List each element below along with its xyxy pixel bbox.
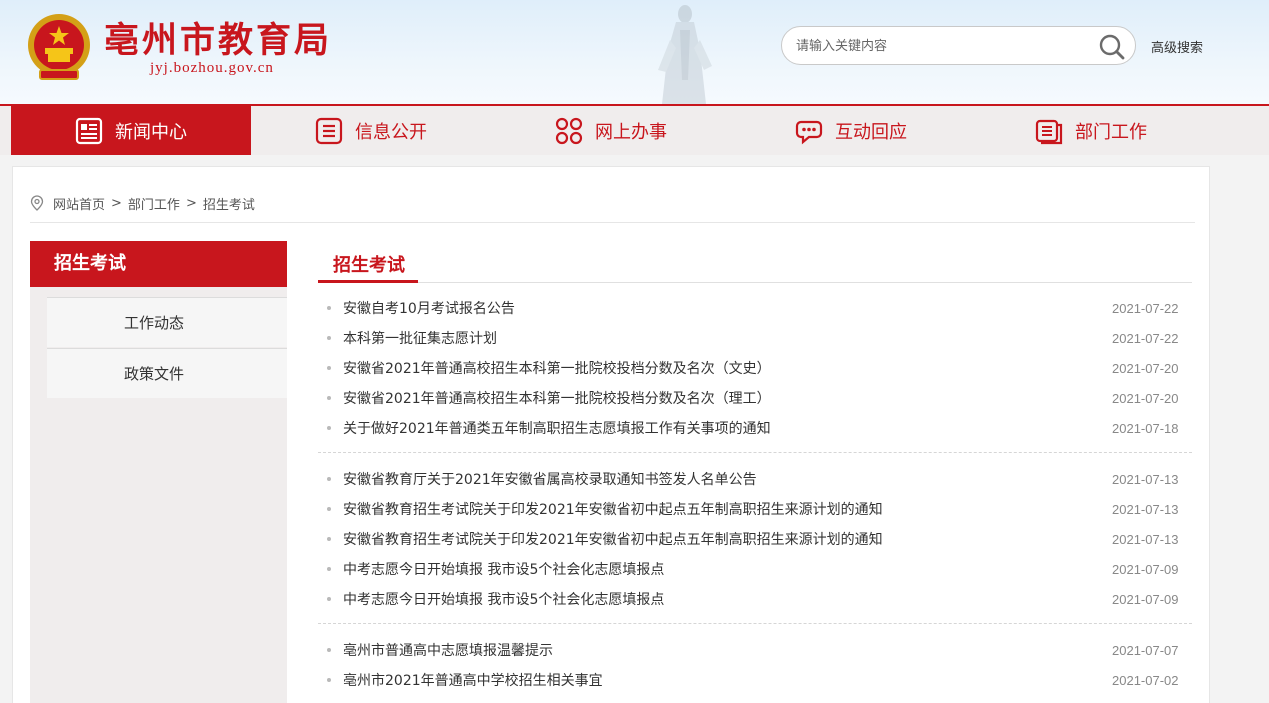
news-item-date: 2021-07-13 xyxy=(1112,501,1179,517)
news-item[interactable]: 中考志愿今日开始填报 我市设5个社会化志愿填报点 2021-07-09 xyxy=(327,554,1192,584)
news-item[interactable]: 亳州市2021年普通高中学校招生相关事宜 2021-07-02 xyxy=(327,665,1192,695)
breadcrumb-current[interactable]: 招生考试 xyxy=(203,194,255,213)
news-item-date: 2021-07-13 xyxy=(1112,531,1179,547)
news-item-date: 2021-07-09 xyxy=(1112,561,1179,577)
sidebar-title: 招生考试 xyxy=(30,241,287,287)
news-item-date: 2021-07-18 xyxy=(1112,420,1179,436)
nav-item-department-work[interactable]: 部门工作 xyxy=(971,106,1211,155)
site-header: 亳州市教育局 jyj.bozhou.gov.cn 高级搜索 xyxy=(0,0,1269,104)
confucius-statue-image xyxy=(658,5,712,104)
news-item-date: 2021-07-20 xyxy=(1112,390,1179,406)
news-item-title[interactable]: 安徽省2021年普通高校招生本科第一批院校投档分数及名次（文史） xyxy=(343,358,1112,378)
bullet-dot-icon xyxy=(327,477,331,481)
news-item-title[interactable]: 亳州市2021年普通高中学校招生相关事宜 xyxy=(343,670,1112,690)
news-item-date: 2021-07-02 xyxy=(1112,672,1179,688)
news-item-title[interactable]: 安徽省教育招生考试院关于印发2021年安徽省初中起点五年制高职招生来源计划的通知 xyxy=(343,499,1112,519)
section-title-divider xyxy=(318,282,1192,283)
bullet-dot-icon xyxy=(327,648,331,652)
nav-item-interaction[interactable]: 互动回应 xyxy=(731,106,971,155)
nav-label: 部门工作 xyxy=(1075,121,1147,143)
breadcrumb-separator: > xyxy=(111,195,122,211)
news-item[interactable]: 安徽省教育招生考试院关于印发2021年安徽省初中起点五年制高职招生来源计划的通知… xyxy=(327,494,1192,524)
advanced-search-link[interactable]: 高级搜索 xyxy=(1151,37,1203,56)
site-title: 亳州市教育局 xyxy=(104,20,333,61)
nav-label: 信息公开 xyxy=(355,121,427,143)
bullet-dot-icon xyxy=(327,396,331,400)
bullet-dot-icon xyxy=(327,597,331,601)
news-item-date: 2021-07-13 xyxy=(1112,471,1179,487)
bullet-dot-icon xyxy=(327,366,331,370)
breadcrumb-divider xyxy=(30,222,1195,223)
location-pin-icon xyxy=(30,195,44,211)
news-item-title[interactable]: 安徽自考10月考试报名公告 xyxy=(343,298,1112,318)
sidebar: 工作动态 政策文件 xyxy=(30,287,287,703)
news-item[interactable]: 中考志愿今日开始填报 我市设5个社会化志愿填报点 2021-07-09 xyxy=(327,584,1192,614)
nav-label: 网上办事 xyxy=(595,121,667,143)
bullet-dot-icon xyxy=(327,426,331,430)
nav-label: 互动回应 xyxy=(835,121,907,143)
section-title-underline xyxy=(318,280,418,283)
section-title: 招生考试 xyxy=(333,255,405,276)
search-box xyxy=(781,26,1136,65)
news-item-date: 2021-07-09 xyxy=(1112,591,1179,607)
news-item[interactable]: 亳州市普通高中志愿填报温馨提示 2021-07-07 xyxy=(327,635,1192,665)
nav-item-info-public[interactable]: 信息公开 xyxy=(251,106,491,155)
grid-petal-icon xyxy=(555,117,583,144)
news-item-date: 2021-07-07 xyxy=(1112,642,1179,658)
breadcrumb-separator: > xyxy=(185,195,197,211)
news-item-title[interactable]: 安徽省教育厅关于2021年安徽省属高校录取通知书签发人名单公告 xyxy=(343,469,1112,489)
chat-icon xyxy=(795,120,823,144)
bullet-dot-icon xyxy=(327,336,331,340)
news-item-date: 2021-07-22 xyxy=(1112,300,1179,316)
news-item-title[interactable]: 中考志愿今日开始填报 我市设5个社会化志愿填报点 xyxy=(343,559,1112,579)
nav-label: 新闻中心 xyxy=(115,121,187,143)
breadcrumb-department[interactable]: 部门工作 xyxy=(128,194,180,213)
main-nav: 新闻中心 信息公开 网上办事 互动回应 部门工作 xyxy=(0,104,1269,155)
news-item-title[interactable]: 安徽省教育招生考试院关于印发2021年安徽省初中起点五年制高职招生来源计划的通知 xyxy=(343,529,1112,549)
news-item-date: 2021-07-22 xyxy=(1112,330,1179,346)
sidebar-item-policy-docs[interactable]: 政策文件 xyxy=(47,348,287,398)
news-group-divider xyxy=(318,623,1192,624)
news-item[interactable]: 安徽自考10月考试报名公告 2021-07-22 xyxy=(327,293,1192,323)
news-item-title[interactable]: 安徽省2021年普通高校招生本科第一批院校投档分数及名次（理工） xyxy=(343,388,1112,408)
bullet-dot-icon xyxy=(327,507,331,511)
news-item-title[interactable]: 本科第一批征集志愿计划 xyxy=(343,328,1112,348)
search-icon[interactable] xyxy=(1098,33,1126,61)
breadcrumb-home[interactable]: 网站首页 xyxy=(53,194,105,213)
bullet-dot-icon xyxy=(327,537,331,541)
news-item[interactable]: 安徽省教育厅关于2021年安徽省属高校录取通知书签发人名单公告 2021-07-1… xyxy=(327,464,1192,494)
breadcrumb: 网站首页 > 部门工作 > 招生考试 xyxy=(30,194,255,213)
news-item-title[interactable]: 亳州市普通高中志愿填报温馨提示 xyxy=(343,640,1112,660)
news-item[interactable]: 安徽省教育招生考试院关于印发2021年安徽省初中起点五年制高职招生来源计划的通知… xyxy=(327,524,1192,554)
newspaper-icon xyxy=(75,117,103,144)
news-item-title[interactable]: 中考志愿今日开始填报 我市设5个社会化志愿填报点 xyxy=(343,589,1112,609)
news-item-title[interactable]: 关于做好2021年普通类五年制高职招生志愿填报工作有关事项的通知 xyxy=(343,418,1112,438)
bullet-dot-icon xyxy=(327,678,331,682)
news-item[interactable]: 安徽省2021年普通高校招生本科第一批院校投档分数及名次（理工） 2021-07-… xyxy=(327,383,1192,413)
news-item[interactable]: 本科第一批征集志愿计划 2021-07-22 xyxy=(327,323,1192,353)
search-input[interactable] xyxy=(796,36,1086,56)
news-item[interactable]: 关于做好2021年普通类五年制高职招生志愿填报工作有关事项的通知 2021-07-… xyxy=(327,413,1192,443)
nav-item-online-service[interactable]: 网上办事 xyxy=(491,106,731,155)
list-icon xyxy=(315,117,343,144)
bullet-dot-icon xyxy=(327,306,331,310)
sidebar-item-work-news[interactable]: 工作动态 xyxy=(47,297,287,347)
news-item[interactable]: 安徽省2021年普通高校招生本科第一批院校投档分数及名次（文史） 2021-07-… xyxy=(327,353,1192,383)
news-group-divider xyxy=(318,452,1192,453)
news-item-date: 2021-07-20 xyxy=(1112,360,1179,376)
nav-item-news-center[interactable]: 新闻中心 xyxy=(11,106,251,155)
site-domain: jyj.bozhou.gov.cn xyxy=(150,60,274,76)
bullet-dot-icon xyxy=(327,567,331,571)
national-emblem-icon xyxy=(28,14,90,80)
document-stack-icon xyxy=(1035,119,1063,144)
